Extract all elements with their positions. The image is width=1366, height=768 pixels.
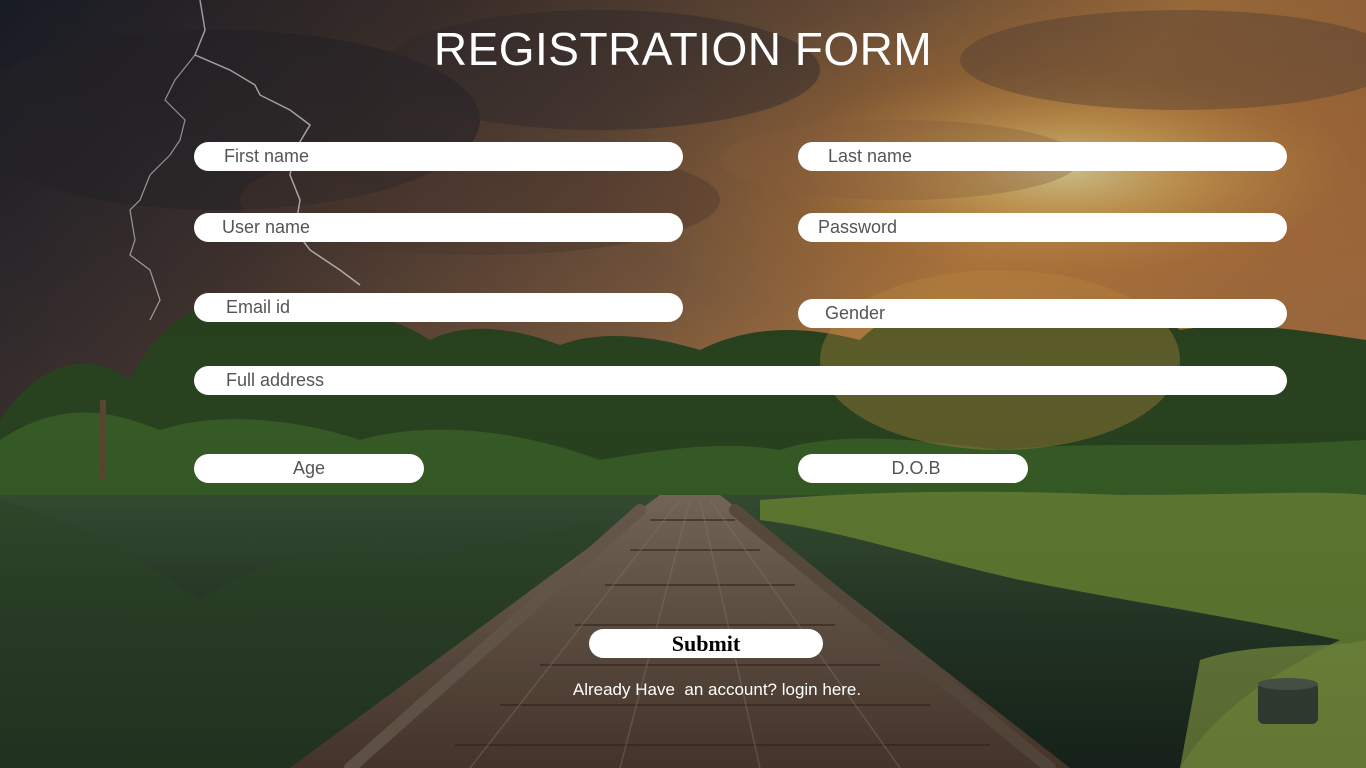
- password-input[interactable]: Password: [798, 213, 1287, 242]
- dob-input[interactable]: D.O.B: [798, 454, 1028, 483]
- page-title: REGISTRATION FORM: [433, 23, 933, 75]
- first-name-input[interactable]: First name: [194, 142, 683, 171]
- full-address-input[interactable]: Full address: [194, 366, 1287, 395]
- last-name-input[interactable]: Last name: [798, 142, 1287, 171]
- gender-input[interactable]: Gender: [798, 299, 1287, 328]
- login-link[interactable]: Already Have an account? login here.: [0, 680, 1366, 700]
- age-input[interactable]: Age: [194, 454, 424, 483]
- user-name-input[interactable]: User name: [194, 213, 683, 242]
- email-input[interactable]: Email id: [194, 293, 683, 322]
- submit-button[interactable]: Submit: [589, 629, 823, 658]
